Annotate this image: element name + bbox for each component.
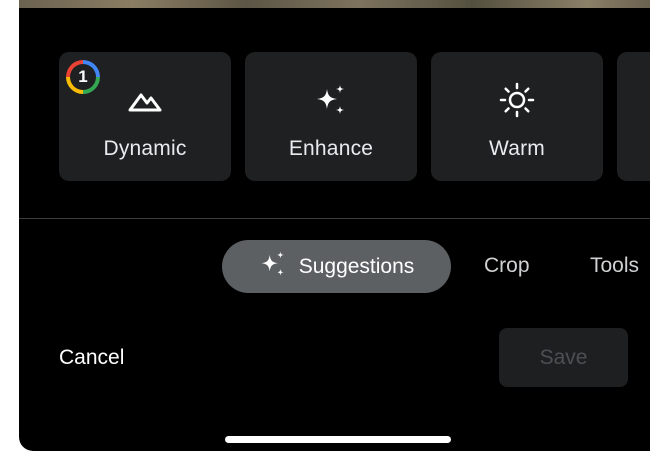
tab-crop[interactable]: Crop — [484, 254, 530, 278]
suggestion-dynamic[interactable]: 1 Dynamic — [59, 52, 231, 181]
suggestion-next-partial[interactable] — [617, 52, 650, 181]
suggestion-warm[interactable]: Warm — [431, 52, 603, 181]
suggestion-label: Enhance — [288, 137, 374, 160]
save-button[interactable]: Save — [499, 328, 628, 387]
suggestion-count-badge: 1 — [66, 60, 100, 94]
tab-suggestions[interactable]: Suggestions — [222, 240, 451, 293]
sun-icon — [499, 82, 535, 118]
badge-number: 1 — [70, 64, 96, 90]
tab-tools[interactable]: Tools — [590, 254, 639, 278]
photo-preview-edge — [19, 0, 650, 8]
suggestion-chips: 1 Dynamic Enhance Warm — [59, 52, 650, 181]
sparkle-icon — [313, 82, 349, 118]
home-indicator[interactable] — [225, 436, 451, 443]
divider — [19, 218, 650, 219]
tab-label: Suggestions — [298, 254, 415, 278]
mountain-icon — [127, 82, 163, 118]
suggestion-label: Warm — [488, 137, 545, 160]
editor-tabs: Suggestions Crop Tools — [19, 240, 650, 293]
suggestion-label: Dynamic — [103, 137, 187, 160]
photo-editor-screen: 1 Dynamic Enhance Warm Suggestions Crop … — [19, 0, 650, 451]
cancel-button[interactable]: Cancel — [59, 346, 124, 370]
sparkle-icon — [259, 250, 287, 283]
suggestion-enhance[interactable]: Enhance — [245, 52, 417, 181]
